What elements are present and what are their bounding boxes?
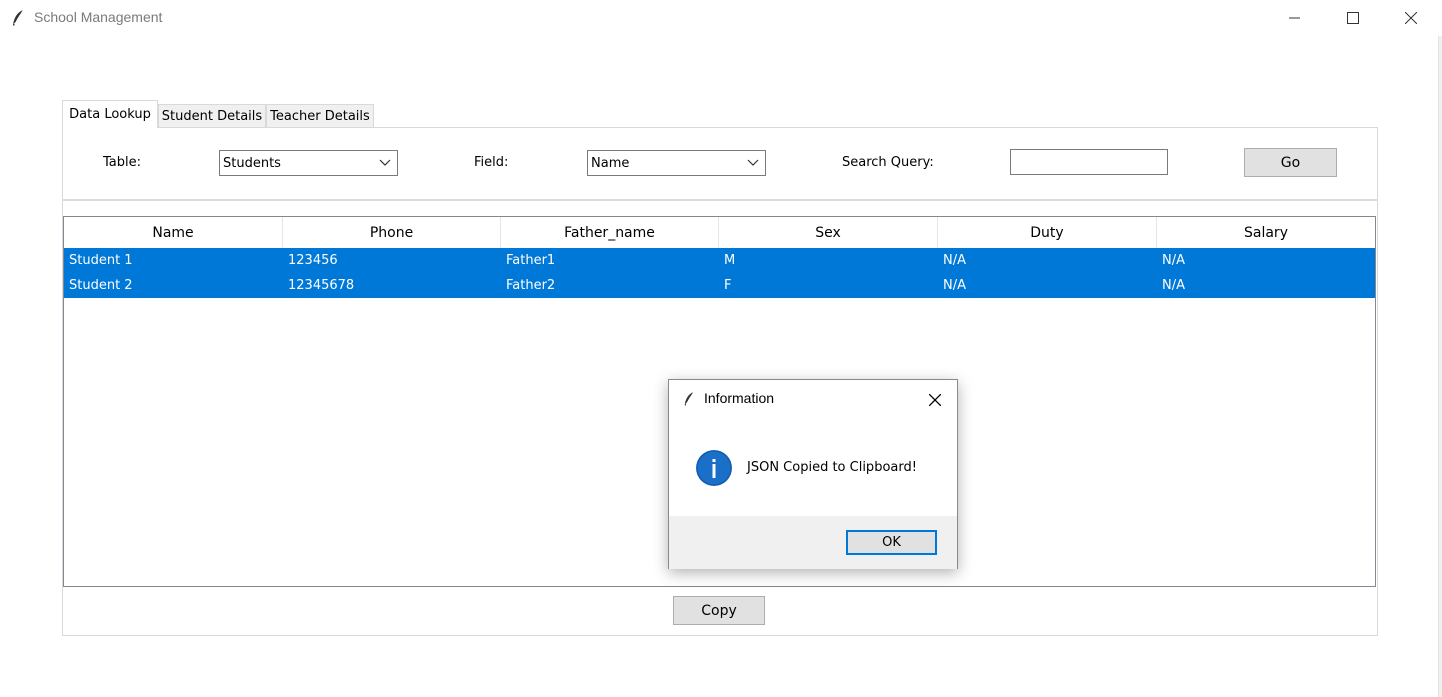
- cell-duty: N/A: [943, 278, 966, 293]
- tab-data-lookup[interactable]: Data Lookup: [62, 100, 158, 128]
- window-edge: [1438, 36, 1442, 697]
- cell-phone: 123456: [288, 253, 338, 268]
- field-select[interactable]: Name: [587, 150, 766, 176]
- close-icon: [1405, 12, 1417, 24]
- cell-sex: M: [724, 253, 736, 268]
- close-button[interactable]: [1388, 0, 1434, 36]
- field-label: Field:: [474, 155, 509, 170]
- cell-father-name: Father2: [506, 278, 556, 293]
- tab-student-details[interactable]: Student Details: [158, 104, 266, 128]
- feather-icon: [13, 9, 24, 26]
- maximize-button[interactable]: [1330, 0, 1376, 36]
- field-select-value: Name: [591, 155, 630, 171]
- close-icon: [929, 394, 941, 406]
- column-header-name[interactable]: Name: [64, 217, 283, 248]
- window-title: School Management: [34, 9, 163, 25]
- dialog-footer: OK: [669, 516, 957, 569]
- chevron-down-icon: [379, 159, 391, 166]
- search-query-input[interactable]: [1010, 149, 1168, 175]
- table-row[interactable]: Student 1 123456 Father1 M N/A N/A: [64, 248, 1375, 273]
- cell-father-name: Father1: [506, 253, 556, 268]
- information-dialog: Information JSON Copied to Clipboard! OK: [668, 379, 958, 569]
- column-header-father-name[interactable]: Father_name: [501, 217, 719, 248]
- column-header-sex[interactable]: Sex: [719, 217, 938, 248]
- info-icon: [696, 450, 732, 486]
- column-header-duty[interactable]: Duty: [938, 217, 1157, 248]
- title-bar: School Management: [0, 0, 1442, 36]
- dialog-title: Information: [704, 390, 775, 406]
- minimize-button[interactable]: [1272, 0, 1318, 36]
- table-select-value: Students: [223, 155, 281, 171]
- go-button[interactable]: Go: [1244, 148, 1337, 177]
- cell-salary: N/A: [1162, 253, 1185, 268]
- cell-name: Student 1: [69, 253, 133, 268]
- tab-teacher-details[interactable]: Teacher Details: [266, 104, 374, 128]
- dialog-close-button[interactable]: [925, 390, 945, 410]
- ok-button[interactable]: OK: [846, 530, 937, 555]
- search-query-label: Search Query:: [842, 155, 934, 170]
- cell-salary: N/A: [1162, 278, 1185, 293]
- cell-name: Student 2: [69, 278, 133, 293]
- copy-button[interactable]: Copy: [673, 596, 765, 625]
- cell-sex: F: [724, 278, 732, 293]
- table-select[interactable]: Students: [219, 150, 398, 176]
- table-label: Table:: [103, 155, 141, 170]
- separator: [63, 199, 1377, 201]
- minimize-icon: [1289, 17, 1300, 19]
- maximize-icon: [1347, 12, 1359, 24]
- feather-icon: [684, 392, 694, 406]
- table-row[interactable]: Student 2 12345678 Father2 F N/A N/A: [64, 273, 1375, 298]
- column-header-salary[interactable]: Salary: [1157, 217, 1375, 248]
- cell-phone: 12345678: [288, 278, 355, 293]
- cell-duty: N/A: [943, 253, 966, 268]
- table-header: Name Phone Father_name Sex Duty Salary: [64, 217, 1375, 248]
- chevron-down-icon: [747, 159, 759, 166]
- column-header-phone[interactable]: Phone: [283, 217, 501, 248]
- dialog-message: JSON Copied to Clipboard!: [747, 460, 917, 475]
